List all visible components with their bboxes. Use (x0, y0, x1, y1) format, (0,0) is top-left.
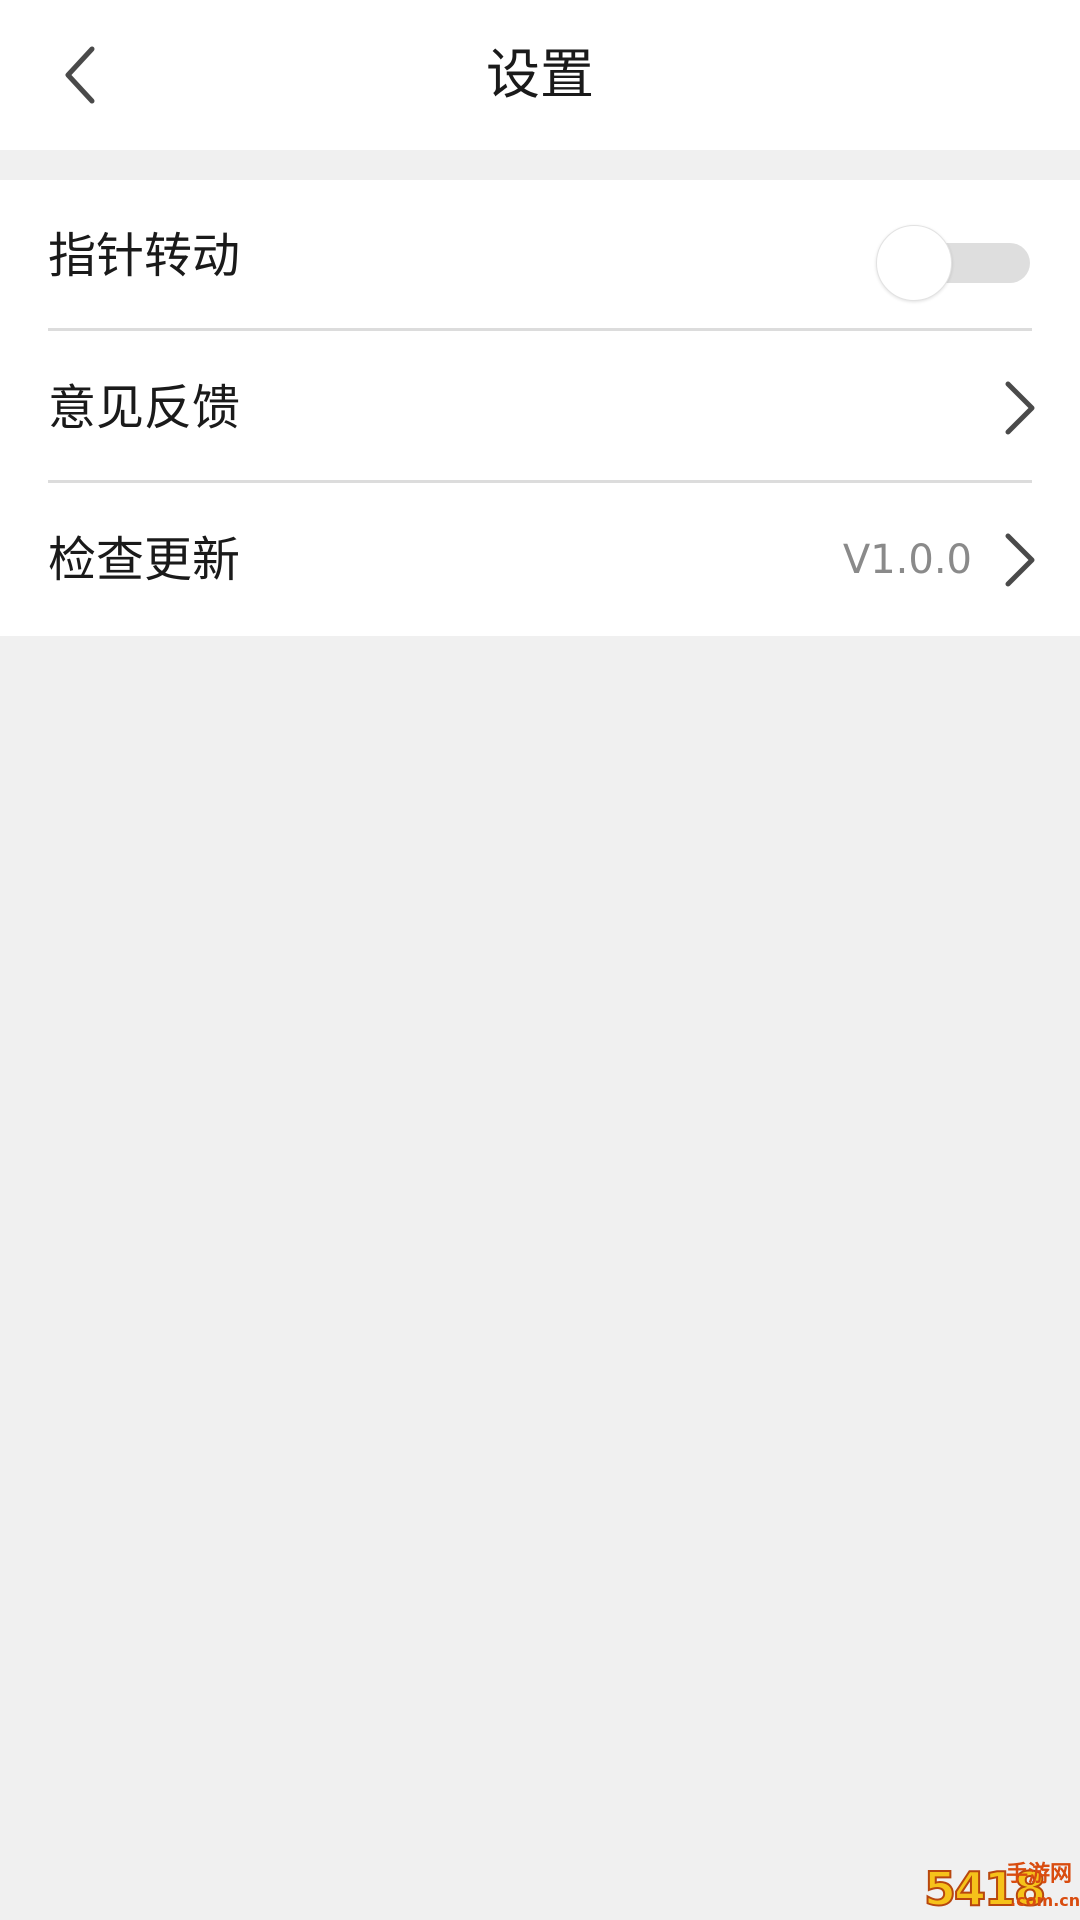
version-label: V1.0.0 (842, 537, 972, 583)
row-divider (48, 328, 1032, 331)
settings-list: 指针转动 意见反馈 检查更新 V1.0.0 (0, 180, 1080, 636)
chevron-right-icon (1005, 533, 1035, 587)
pointer-rotation-toggle[interactable] (876, 225, 1032, 301)
setting-row-check-update[interactable]: 检查更新 V1.0.0 (0, 484, 1080, 636)
watermark-logo: 5418 手游网 .com.cn (923, 1860, 1080, 1918)
row-divider (48, 480, 1032, 483)
setting-label-pointer-rotation: 指针转动 (48, 228, 241, 284)
setting-row-feedback[interactable]: 意见反馈 (0, 332, 1080, 484)
setting-row-pointer-rotation: 指针转动 (0, 180, 1080, 332)
page-title: 设置 (486, 43, 594, 106)
toggle-knob (876, 225, 952, 301)
watermark-bottom-text: .com.cn (1010, 1891, 1080, 1910)
chevron-right-icon (1005, 381, 1035, 435)
setting-label-feedback: 意见反馈 (48, 380, 241, 436)
top-app-bar: 设置 (0, 0, 1080, 150)
setting-label-check-update: 检查更新 (48, 532, 241, 588)
watermark-top-text: 手游网 (1006, 1862, 1073, 1887)
